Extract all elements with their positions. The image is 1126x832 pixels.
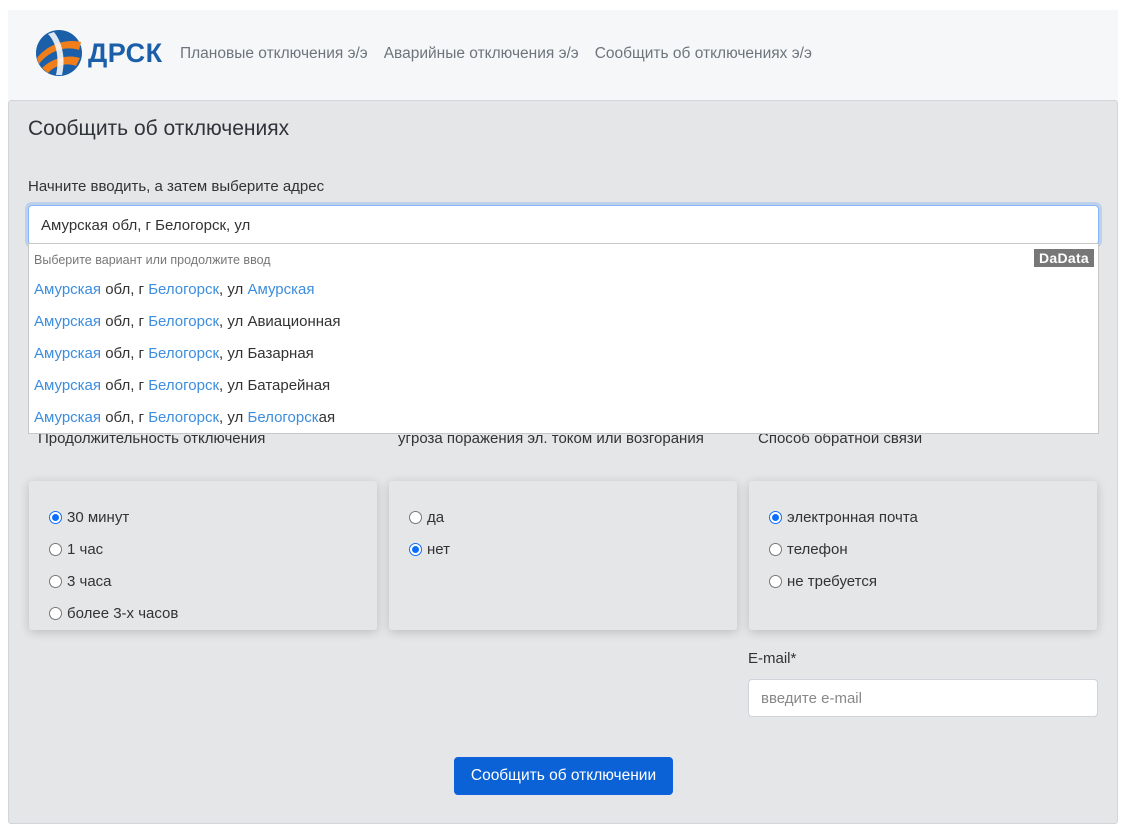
sugg-part: обл, г xyxy=(101,281,149,298)
address-input[interactable] xyxy=(28,205,1099,245)
radio-duration-more-3h[interactable]: более 3-х часов xyxy=(29,597,377,629)
sugg-part: Амурская xyxy=(34,409,102,426)
suggestion-item[interactable]: Амурская обл, г Белогорск, ул Амурская xyxy=(29,274,1098,306)
radio-icon xyxy=(769,542,782,556)
option-label: 3 часа xyxy=(67,572,112,590)
sugg-part: Белогорск xyxy=(148,313,220,330)
danger-options: да нет xyxy=(389,481,737,630)
radio-duration-1h[interactable]: 1 час xyxy=(29,533,377,565)
radio-icon xyxy=(49,542,62,556)
option-label: 30 минут xyxy=(67,508,130,526)
sugg-part: , ул Батарейная xyxy=(219,377,331,394)
radio-feedback-phone[interactable]: телефон xyxy=(749,533,1097,565)
email-label: E-mail* xyxy=(748,650,797,667)
sugg-part: Амурская xyxy=(34,345,102,362)
sugg-part: ая xyxy=(318,409,336,426)
address-label: Начните вводить, а затем выберите адрес xyxy=(28,178,325,195)
option-label: не требуется xyxy=(787,572,877,590)
sugg-part: , ул Авиационная xyxy=(219,313,341,330)
radio-icon xyxy=(49,510,62,524)
nav-emergency-outages[interactable]: Аварийные отключения э/э xyxy=(384,45,579,63)
top-navbar: ДРСК Плановые отключения э/э Аварийные о… xyxy=(8,10,1118,100)
logo[interactable]: ДРСК xyxy=(34,28,163,78)
sugg-part: Амурская xyxy=(34,281,102,298)
sugg-part: , ул xyxy=(219,409,248,426)
sugg-part: Белогорск xyxy=(148,345,220,362)
sugg-part: обл, г xyxy=(101,313,149,330)
radio-icon xyxy=(409,510,422,524)
sugg-part: Белогорск xyxy=(148,281,220,298)
nav-planned-outages[interactable]: Плановые отключения э/э xyxy=(180,45,368,63)
option-label: телефон xyxy=(787,540,848,558)
main-nav: Плановые отключения э/э Аварийные отключ… xyxy=(180,45,828,63)
dadata-logo[interactable]: DaData xyxy=(1033,249,1094,267)
suggestions-list: Амурская обл, г Белогорск, ул Амурская А… xyxy=(29,274,1098,434)
sugg-part: Амурская xyxy=(247,281,315,298)
radio-danger-no[interactable]: нет xyxy=(389,533,737,565)
logo-text: ДРСК xyxy=(88,37,163,68)
radio-icon xyxy=(769,574,782,588)
option-label: 1 час xyxy=(67,540,104,558)
suggestion-item[interactable]: Амурская обл, г Белогорск, ул Авиационна… xyxy=(29,306,1098,338)
option-label: да xyxy=(427,508,445,526)
radio-danger-yes[interactable]: да xyxy=(389,501,737,533)
sugg-part: Белогорск xyxy=(247,409,319,426)
radio-icon xyxy=(409,542,422,556)
email-input[interactable] xyxy=(748,679,1098,717)
page-title: Сообщить об отключениях xyxy=(28,117,290,140)
nav-report-outage[interactable]: Сообщить об отключениях э/э xyxy=(595,45,812,63)
submit-report-button[interactable]: Сообщить об отключении xyxy=(454,757,673,795)
radio-duration-30min[interactable]: 30 минут xyxy=(29,501,377,533)
suggestion-item[interactable]: Амурская обл, г Белогорск, ул Батарейная xyxy=(29,370,1098,402)
sugg-part: обл, г xyxy=(101,345,149,362)
option-label: электронная почта xyxy=(787,508,918,526)
radio-icon xyxy=(769,510,782,524)
radio-duration-3h[interactable]: 3 часа xyxy=(29,565,377,597)
sugg-part: Белогорск xyxy=(148,409,220,426)
radio-icon xyxy=(49,574,62,588)
suggestions-hint: Выберите вариант или продолжите ввод xyxy=(34,253,271,267)
suggestion-item[interactable]: Амурская обл, г Белогорск, ул Белогорска… xyxy=(29,402,1098,434)
sugg-part: обл, г xyxy=(101,377,149,394)
radio-feedback-none[interactable]: не требуется xyxy=(749,565,1097,597)
radio-icon xyxy=(49,606,62,620)
duration-options: 30 минут 1 час 3 часа более 3-х часов xyxy=(29,481,377,630)
radio-feedback-email[interactable]: электронная почта xyxy=(749,501,1097,533)
feedback-options: электронная почта телефон не требуется xyxy=(749,481,1097,630)
sugg-part: Амурская xyxy=(34,377,102,394)
sugg-part: , ул Базарная xyxy=(219,345,314,362)
logo-globe-icon xyxy=(36,30,82,76)
sugg-part: Белогорск xyxy=(148,377,220,394)
sugg-part: Амурская xyxy=(34,313,102,330)
option-label: нет xyxy=(427,540,450,558)
option-label: более 3-х часов xyxy=(67,604,179,622)
report-card: Сообщить об отключениях Начните вводить,… xyxy=(8,100,1118,824)
suggestion-item[interactable]: Амурская обл, г Белогорск, ул Базарная xyxy=(29,338,1098,370)
sugg-part: , ул xyxy=(219,281,248,298)
sugg-part: обл, г xyxy=(101,409,149,426)
address-suggestions: Выберите вариант или продолжите ввод DaD… xyxy=(28,243,1099,434)
